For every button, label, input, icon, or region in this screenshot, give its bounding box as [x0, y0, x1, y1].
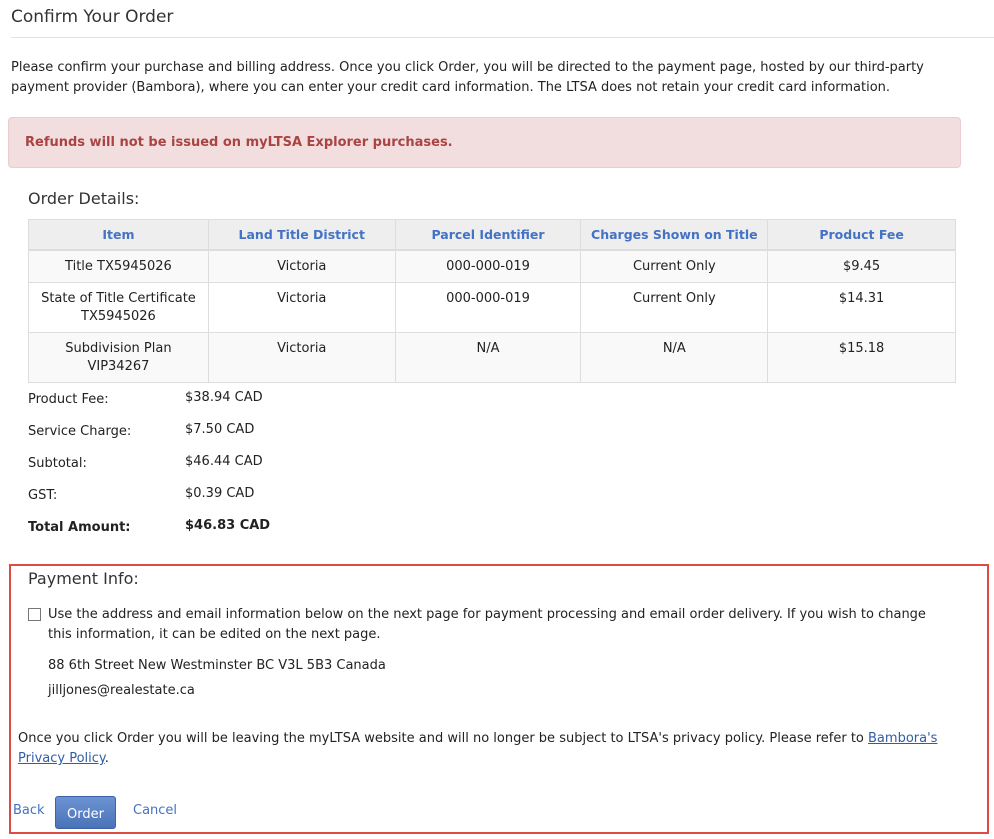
table-row: Subdivision Plan VIP34267 Victoria N/A N… [28, 331, 956, 383]
column-header-fee[interactable]: Product Fee [767, 219, 956, 251]
order-details-heading: Order Details: [28, 189, 140, 208]
cell-charges: N/A [580, 331, 769, 383]
summary-value: $38.94 CAD [185, 390, 263, 405]
summary-value: $0.39 CAD [185, 486, 255, 501]
table-row: Title TX5945026 Victoria 000-000-019 Cur… [28, 249, 956, 283]
cell-district: Victoria [207, 249, 396, 283]
summary-value: $7.50 CAD [185, 422, 255, 437]
title-divider [11, 37, 994, 38]
summary-label: Total Amount: [28, 520, 131, 535]
back-link[interactable]: Back [13, 803, 45, 818]
cell-item: Title TX5945026 [28, 249, 209, 283]
cell-item: State of Title Certificate TX5945026 [28, 281, 209, 333]
summary-label: Subtotal: [28, 456, 87, 471]
table-header-row: Item Land Title District Parcel Identifi… [28, 219, 956, 251]
order-button[interactable]: Order [55, 796, 116, 829]
column-header-charges[interactable]: Charges Shown on Title [580, 219, 769, 251]
cell-charges: Current Only [580, 281, 769, 333]
column-header-pid[interactable]: Parcel Identifier [394, 219, 582, 251]
cell-district: Victoria [207, 281, 396, 333]
cell-district: Victoria [207, 331, 396, 383]
summary-label: Service Charge: [28, 424, 132, 439]
refund-alert: Refunds will not be issued on myLTSA Exp… [8, 117, 961, 168]
page-title: Confirm Your Order [11, 7, 174, 27]
payment-info-heading: Payment Info: [28, 569, 139, 588]
summary-label: GST: [28, 488, 58, 503]
use-address-checkbox-label[interactable]: Use the address and email information be… [48, 605, 948, 645]
use-address-checkbox[interactable] [28, 608, 41, 621]
summary-value: $46.44 CAD [185, 454, 263, 469]
cell-charges: Current Only [580, 249, 769, 283]
column-header-item[interactable]: Item [28, 219, 209, 251]
refund-alert-text: Refunds will not be issued on myLTSA Exp… [25, 135, 453, 150]
column-header-district[interactable]: Land Title District [207, 219, 396, 251]
billing-email: jilljones@realestate.ca [48, 683, 195, 698]
order-details-table: Item Land Title District Parcel Identifi… [28, 219, 956, 383]
cell-item: Subdivision Plan VIP34267 [28, 331, 209, 383]
cell-pid: 000-000-019 [394, 249, 582, 283]
intro-text: Please confirm your purchase and billing… [11, 60, 924, 95]
cancel-link[interactable]: Cancel [133, 803, 177, 818]
privacy-notice-text: Once you click Order you will be leaving… [18, 731, 869, 746]
table-row: State of Title Certificate TX5945026 Vic… [28, 281, 956, 333]
privacy-notice-end: . [104, 751, 109, 766]
billing-address: 88 6th Street New Westminster BC V3L 5B3… [48, 658, 386, 673]
cell-fee: $14.31 [767, 281, 956, 333]
summary-label: Product Fee: [28, 392, 109, 407]
summary-value: $46.83 CAD [185, 518, 271, 533]
cell-pid: 000-000-019 [394, 281, 582, 333]
cell-fee: $15.18 [767, 331, 956, 383]
cell-pid: N/A [394, 331, 582, 383]
privacy-notice: Once you click Order you will be leaving… [18, 729, 968, 769]
cell-fee: $9.45 [767, 249, 956, 283]
